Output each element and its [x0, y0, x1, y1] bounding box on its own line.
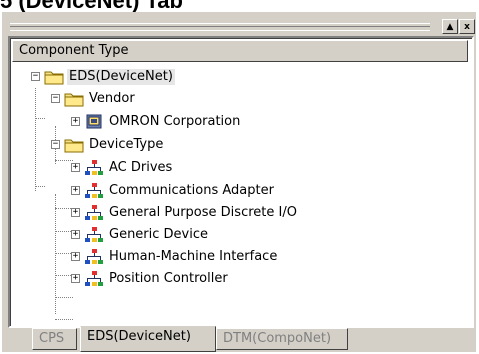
tree-node-gp-discrete-io[interactable]: General Purpose Discrete I/O [84, 203, 299, 223]
expander-generic-device[interactable]: + [71, 230, 80, 239]
tree-node-label: OMRON Corporation [109, 114, 241, 129]
network-device-icon [85, 205, 103, 220]
expander-hmi[interactable]: + [71, 252, 80, 261]
network-device-icon [85, 160, 103, 175]
tab-strip: CPS EDS(DeviceNet) DTM(CompoNet) [8, 324, 470, 354]
folder-icon [64, 93, 84, 107]
folder-icon [64, 139, 84, 153]
expander-gp-discrete-io[interactable]: + [71, 208, 80, 217]
tab-dtm-componet[interactable]: DTM(CompoNet) [216, 328, 348, 350]
tree: − EDS(DeviceNet) − Vendor + OMRON Corpor… [10, 38, 472, 326]
tree-node-label: DeviceType [89, 137, 164, 152]
maximize-button[interactable]: ▲ [442, 19, 458, 34]
component-tree-view[interactable]: Component Type − EDS(DeviceNet) − Vendor… [8, 36, 474, 328]
tree-node-label: Vendor [89, 91, 135, 106]
expander-omron[interactable]: + [71, 117, 80, 126]
tree-node-comm-adapter[interactable]: Communications Adapter [84, 181, 276, 201]
expander-devicetype[interactable]: − [51, 140, 60, 149]
tab-eds-devicenet[interactable]: EDS(DeviceNet) [80, 326, 216, 352]
network-device-icon [85, 183, 103, 198]
expander-position-controller[interactable]: + [71, 274, 80, 283]
tab-cps[interactable]: CPS [32, 328, 77, 350]
close-button[interactable]: x [459, 19, 475, 34]
panel-grip[interactable] [10, 23, 430, 31]
expander-vendor[interactable]: − [51, 94, 60, 103]
expander-root[interactable]: − [31, 72, 40, 81]
tree-node-hmi[interactable]: Human-Machine Interface [84, 247, 279, 267]
maximize-icon: ▲ [446, 21, 454, 32]
tree-node-label: Generic Device [109, 227, 209, 242]
tree-node-omron[interactable]: OMRON Corporation [84, 112, 242, 132]
tree-node-ac-drives[interactable]: AC Drives [84, 158, 174, 178]
network-device-icon [85, 271, 103, 286]
network-device-icon [85, 249, 103, 264]
component-panel: ▲ x Component Type − EDS(DeviceNet) − Ve… [2, 12, 476, 352]
tree-node-vendor[interactable]: Vendor [64, 89, 137, 109]
folder-icon [44, 71, 64, 85]
tree-node-devicetype[interactable]: DeviceType [64, 135, 165, 155]
tree-node-label: Position Controller [109, 271, 228, 286]
tree-node-label: EDS(DeviceNet) [67, 69, 175, 85]
tree-node-label: Communications Adapter [109, 183, 274, 198]
tree-node-label: Human-Machine Interface [109, 249, 278, 264]
tree-node-label: AC Drives [109, 160, 173, 175]
tree-node-eds-root[interactable]: EDS(DeviceNet) [44, 67, 175, 87]
tree-node-position-controller[interactable]: Position Controller [84, 269, 230, 289]
expander-ac-drives[interactable]: + [71, 163, 80, 172]
close-icon: x [464, 21, 470, 32]
tree-node-generic-device[interactable]: Generic Device [84, 225, 210, 245]
network-device-icon [85, 227, 103, 242]
vendor-device-icon [86, 114, 102, 129]
expander-comm-adapter[interactable]: + [71, 186, 80, 195]
tree-node-label: General Purpose Discrete I/O [109, 205, 297, 220]
